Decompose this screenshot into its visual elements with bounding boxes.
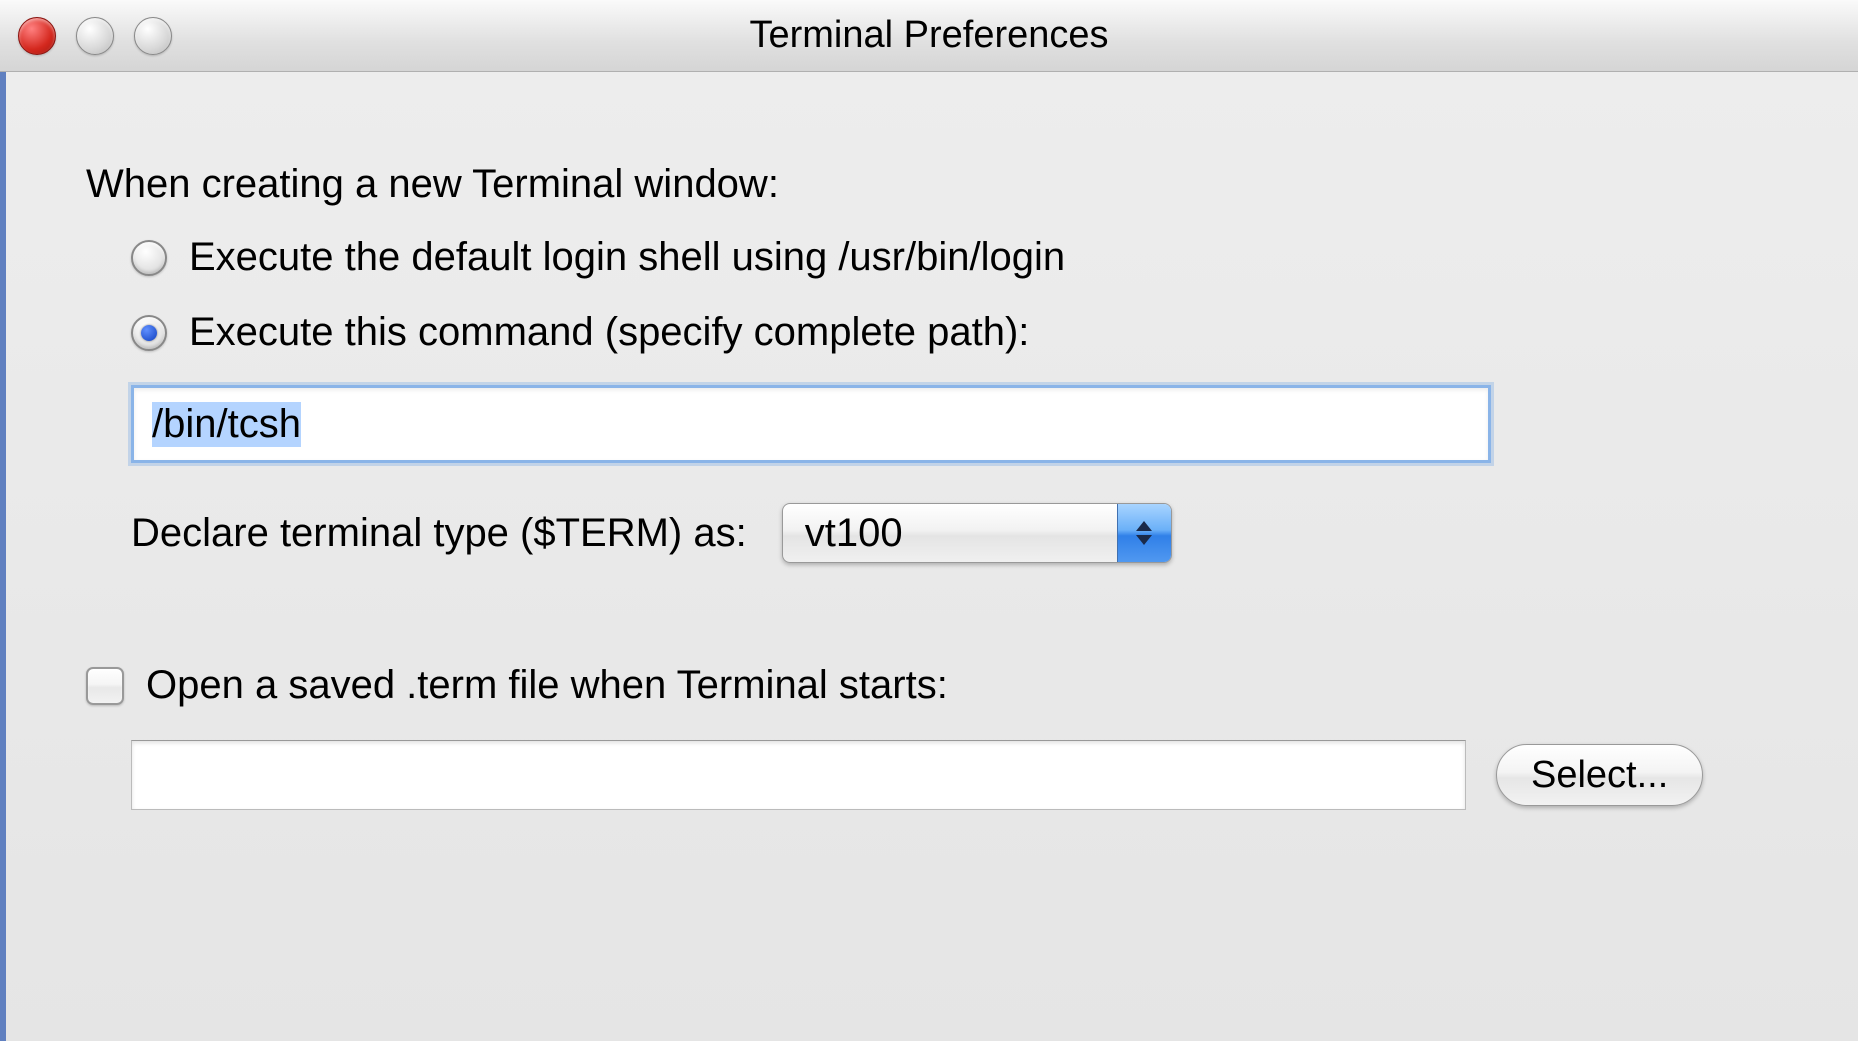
open-saved-file-row: Open a saved .term file when Terminal st… — [86, 663, 1778, 708]
radio-default-shell[interactable] — [131, 240, 167, 276]
window-title: Terminal Preferences — [749, 14, 1108, 57]
content-area: When creating a new Terminal window: Exe… — [0, 72, 1858, 1041]
open-saved-file-checkbox[interactable] — [86, 667, 124, 705]
traffic-lights — [18, 17, 172, 55]
close-button[interactable] — [18, 17, 56, 55]
term-type-dropdown[interactable]: vt100 — [782, 503, 1172, 563]
radio-row-default-shell: Execute the default login shell using /u… — [131, 235, 1778, 280]
term-type-row: Declare terminal type ($TERM) as: vt100 — [131, 503, 1778, 563]
open-saved-file-label: Open a saved .term file when Terminal st… — [146, 663, 948, 708]
term-type-value: vt100 — [783, 511, 1117, 556]
preferences-window: Terminal Preferences When creating a new… — [0, 0, 1858, 1041]
new-window-heading: When creating a new Terminal window: — [86, 162, 1778, 207]
command-input-wrapper — [131, 385, 1778, 463]
maximize-button[interactable] — [134, 17, 172, 55]
shell-radio-group: Execute the default login shell using /u… — [86, 235, 1778, 355]
radio-default-shell-label: Execute the default login shell using /u… — [189, 235, 1065, 280]
titlebar[interactable]: Terminal Preferences — [0, 0, 1858, 72]
radio-execute-command[interactable] — [131, 315, 167, 351]
dropdown-arrows-icon — [1117, 504, 1171, 562]
term-type-label: Declare terminal type ($TERM) as: — [131, 511, 747, 556]
minimize-button[interactable] — [76, 17, 114, 55]
select-file-button[interactable]: Select... — [1496, 744, 1703, 806]
radio-execute-command-label: Execute this command (specify complete p… — [189, 310, 1029, 355]
radio-row-execute-command: Execute this command (specify complete p… — [131, 310, 1778, 355]
command-path-input[interactable] — [131, 385, 1491, 463]
term-file-input[interactable] — [131, 740, 1466, 810]
term-file-row: Select... — [131, 740, 1778, 810]
